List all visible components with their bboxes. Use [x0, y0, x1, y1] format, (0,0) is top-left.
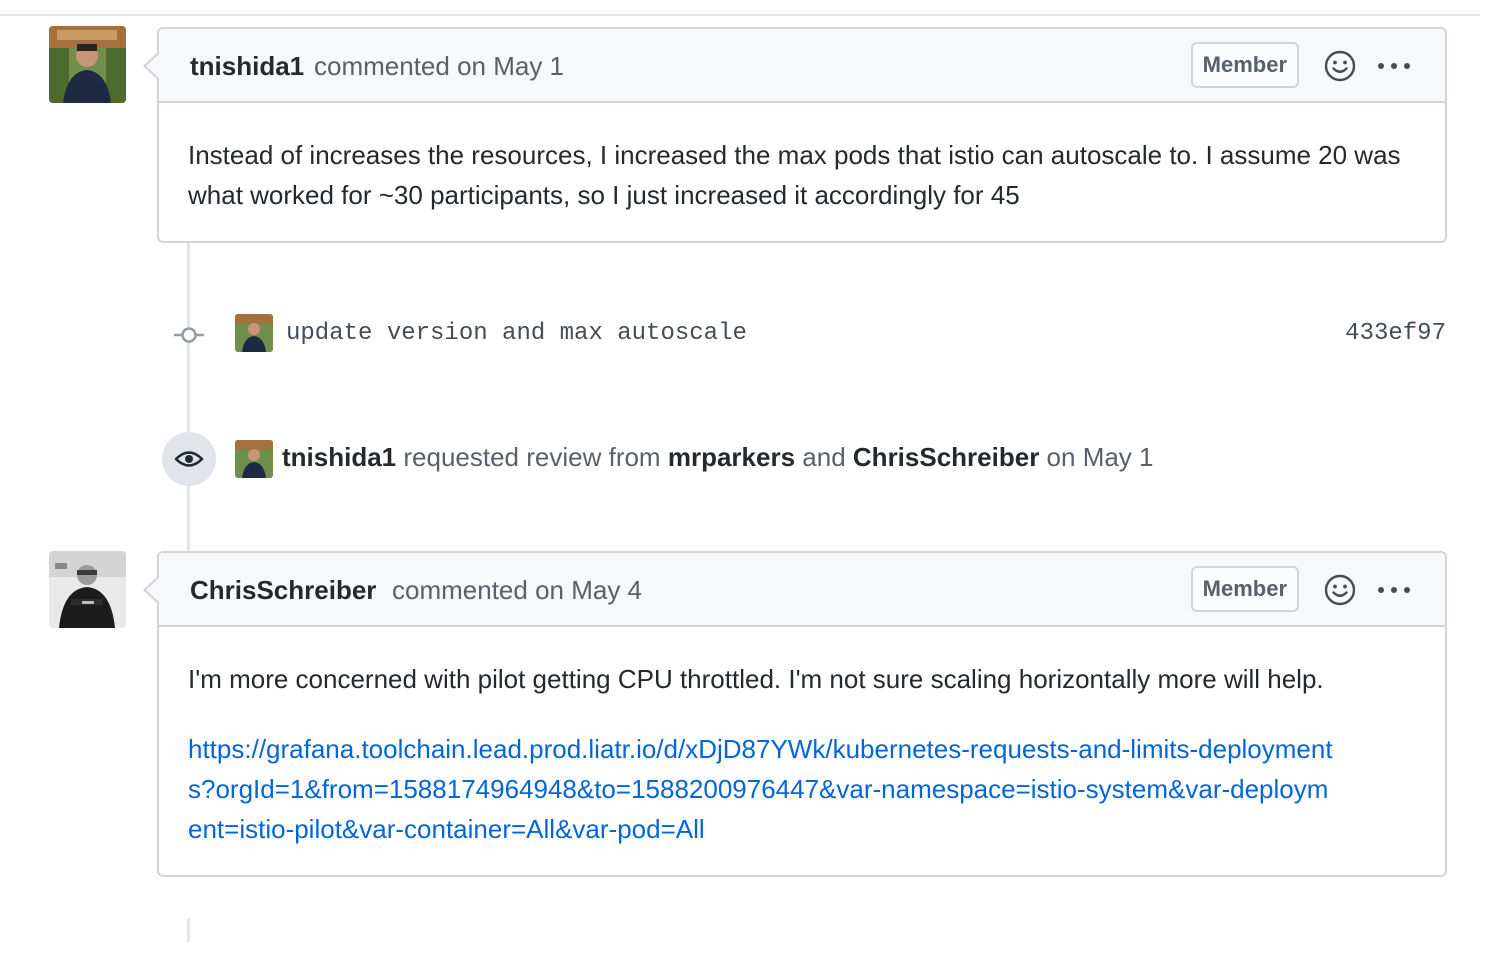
timeline-line-bottom [187, 918, 190, 942]
kebab-horizontal-icon[interactable] [1375, 49, 1413, 83]
comment-box-tnishida1: tnishida1 commented on May 1 Member Inst… [143, 27, 1447, 243]
comment-author[interactable]: tnishida1 [190, 51, 304, 82]
timeline-line [187, 242, 190, 552]
review-request-event: tnishida1 requested review from mrparker… [162, 432, 1362, 488]
eye-badge [162, 432, 216, 486]
smiley-icon[interactable] [1323, 49, 1357, 83]
review-actor-avatar[interactable] [235, 440, 273, 478]
comment-text: Instead of increases the resources, I in… [188, 140, 1401, 210]
kebab-horizontal-icon[interactable] [1375, 573, 1413, 607]
comment-author[interactable]: ChrisSchreiber [190, 575, 376, 606]
commit-event: update version and max autoscale 433ef97 [170, 312, 1446, 358]
review-date[interactable]: on May 1 [1047, 442, 1154, 472]
review-text-part: and [802, 442, 846, 472]
commit-message-link[interactable]: update version and max autoscale [286, 320, 747, 347]
comment-body: Instead of increases the resources, I in… [159, 103, 1445, 241]
review-actor-link[interactable]: tnishida1 [282, 442, 396, 472]
avatar-chrisschreiber[interactable] [49, 551, 126, 628]
comment-text: I'm more concerned with pilot getting CP… [188, 664, 1324, 694]
reviewer-link-chrisschreiber[interactable]: ChrisSchreiber [853, 442, 1039, 472]
review-text-part: requested review from [403, 442, 661, 472]
comment-body: I'm more concerned with pilot getting CP… [159, 627, 1445, 875]
review-request-text: tnishida1 requested review from mrparker… [282, 442, 1154, 473]
commit-author-avatar[interactable] [235, 314, 273, 352]
comment-header: tnishida1 commented on May 1 Member [159, 29, 1445, 103]
member-badge: Member [1190, 42, 1299, 88]
grafana-dashboard-link[interactable]: https://grafana.toolchain.lead.prod.liat… [188, 734, 1333, 844]
avatar-tnishida1[interactable] [49, 26, 126, 103]
eye-icon [174, 451, 204, 467]
reviewer-link-mrparkers[interactable]: mrparkers [668, 442, 795, 472]
git-commit-icon [174, 327, 204, 343]
smiley-icon[interactable] [1323, 573, 1357, 607]
comment-box-chrisschreiber: ChrisSchreiber commented on May 4 Member… [143, 551, 1447, 877]
commit-sha-link[interactable]: 433ef97 [1345, 320, 1446, 347]
comment-header: ChrisSchreiber commented on May 4 Member [159, 553, 1445, 627]
top-divider [0, 14, 1480, 16]
comment-timestamp[interactable]: commented on May 4 [392, 575, 642, 606]
comment-timestamp[interactable]: commented on May 1 [314, 51, 564, 82]
member-badge: Member [1190, 566, 1299, 612]
